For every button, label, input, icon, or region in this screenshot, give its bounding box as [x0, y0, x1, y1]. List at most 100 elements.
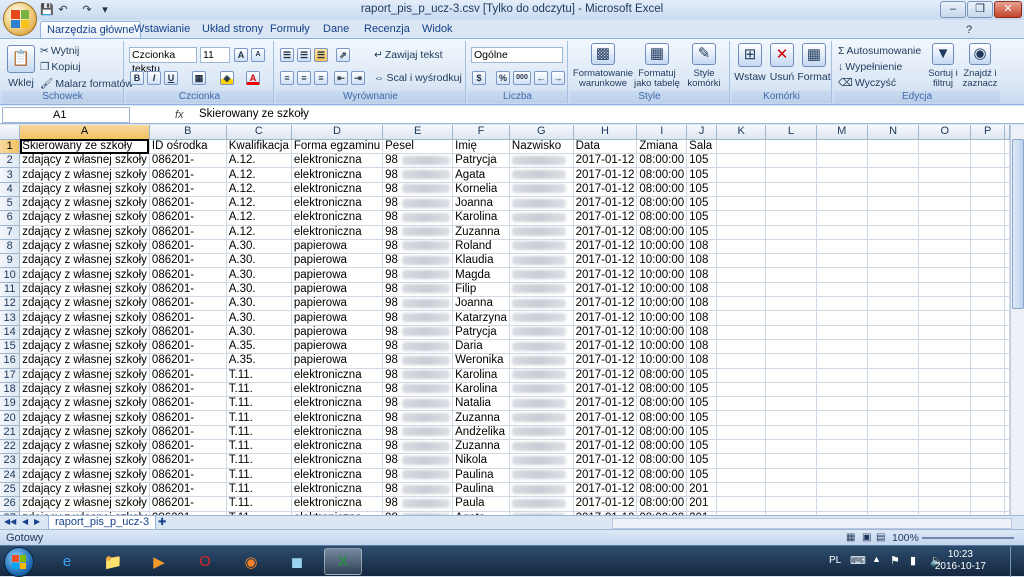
- data-cell[interactable]: 2017-01-12: [573, 325, 638, 340]
- help-icon[interactable]: ?: [962, 23, 976, 37]
- data-cell[interactable]: 105: [686, 410, 718, 426]
- data-cell[interactable]: Patrycja: [452, 325, 510, 340]
- data-cell[interactable]: A.35.: [226, 353, 292, 369]
- close-button[interactable]: ✕: [994, 1, 1022, 18]
- empty-cell[interactable]: [1004, 339, 1010, 355]
- data-cell[interactable]: [509, 425, 574, 441]
- empty-cell[interactable]: [918, 396, 972, 412]
- empty-cell[interactable]: [867, 453, 920, 469]
- data-cell[interactable]: 2017-01-12: [573, 368, 638, 383]
- data-cell[interactable]: 98: [382, 368, 454, 383]
- header-cell[interactable]: ID ośrodka: [149, 139, 227, 155]
- empty-cell[interactable]: [970, 353, 1005, 369]
- data-cell[interactable]: A.12.: [226, 210, 292, 226]
- name-box[interactable]: A1: [2, 107, 130, 123]
- empty-cell[interactable]: [816, 482, 868, 498]
- empty-cell[interactable]: [716, 253, 767, 269]
- header-cell[interactable]: Pesel: [382, 139, 454, 155]
- data-cell[interactable]: 98: [382, 453, 454, 469]
- keyboard-icon[interactable]: ⌨: [850, 554, 866, 567]
- find-select-button[interactable]: ◉ Znajdź i zaznacz: [962, 43, 998, 89]
- data-cell[interactable]: [509, 253, 574, 269]
- copy-button[interactable]: ❐ Kopiuj: [40, 61, 81, 73]
- data-cell[interactable]: 105: [686, 382, 718, 398]
- decrease-decimal-icon[interactable]: →: [551, 71, 565, 85]
- underline-button[interactable]: U: [164, 71, 178, 85]
- empty-cell[interactable]: [918, 468, 972, 483]
- empty-cell[interactable]: [716, 453, 767, 469]
- empty-cell[interactable]: [867, 496, 920, 512]
- data-cell[interactable]: T.11.: [226, 482, 292, 498]
- empty-cell[interactable]: [1004, 468, 1010, 483]
- empty-cell[interactable]: [716, 210, 767, 226]
- empty-cell[interactable]: [970, 325, 1005, 340]
- data-cell[interactable]: 108: [686, 282, 718, 298]
- data-cell[interactable]: 98: [382, 382, 454, 398]
- app-icon[interactable]: ◼: [278, 548, 316, 575]
- empty-cell[interactable]: [970, 182, 1005, 197]
- data-cell[interactable]: zdający z własnej szkoły: [19, 239, 150, 255]
- data-cell[interactable]: 08:00:00: [636, 468, 688, 483]
- data-cell[interactable]: 98: [382, 496, 454, 512]
- empty-cell[interactable]: [816, 382, 868, 398]
- data-cell[interactable]: zdający z własnej szkoły: [19, 368, 150, 383]
- empty-cell[interactable]: [816, 368, 868, 383]
- show-desktop-button[interactable]: [1010, 546, 1024, 577]
- file-explorer-icon[interactable]: 📁: [94, 548, 132, 575]
- currency-icon[interactable]: $: [472, 71, 486, 85]
- data-cell[interactable]: 98: [382, 353, 454, 369]
- empty-cell[interactable]: [867, 396, 920, 412]
- data-cell[interactable]: 086201-: [149, 439, 227, 455]
- data-cell[interactable]: [509, 153, 574, 169]
- data-cell[interactable]: 98: [382, 439, 454, 455]
- empty-cell[interactable]: [816, 468, 868, 483]
- data-cell[interactable]: 086201-: [149, 353, 227, 369]
- data-cell[interactable]: A.30.: [226, 310, 292, 326]
- data-cell[interactable]: elektroniczna: [291, 453, 384, 469]
- data-cell[interactable]: 2017-01-12: [573, 210, 638, 226]
- empty-cell[interactable]: [1004, 496, 1010, 512]
- empty-cell[interactable]: [867, 468, 920, 483]
- align-bottom-icon[interactable]: ☰: [314, 48, 328, 62]
- data-cell[interactable]: 105: [686, 468, 718, 483]
- data-cell[interactable]: T.11.: [226, 439, 292, 455]
- data-cell[interactable]: 086201-: [149, 182, 227, 197]
- data-cell[interactable]: Paula: [452, 496, 510, 512]
- empty-cell[interactable]: [716, 339, 767, 355]
- data-cell[interactable]: 08:00:00: [636, 196, 688, 212]
- data-cell[interactable]: 08:00:00: [636, 496, 688, 512]
- data-cell[interactable]: 108: [686, 353, 718, 369]
- data-cell[interactable]: [509, 239, 574, 255]
- header-cell[interactable]: Forma egzaminu: [291, 139, 384, 155]
- empty-cell[interactable]: [867, 353, 920, 369]
- data-cell[interactable]: [509, 325, 574, 340]
- data-cell[interactable]: 105: [686, 453, 718, 469]
- row-header[interactable]: 17: [0, 368, 21, 383]
- empty-cell[interactable]: [765, 396, 817, 412]
- minimize-button[interactable]: –: [940, 1, 966, 18]
- data-cell[interactable]: elektroniczna: [291, 468, 384, 483]
- empty-cell[interactable]: [716, 225, 767, 240]
- data-cell[interactable]: [509, 296, 574, 312]
- data-cell[interactable]: 08:00:00: [636, 382, 688, 398]
- paste-button[interactable]: 📋 Wklej: [6, 45, 36, 89]
- zoom-level[interactable]: 100%: [892, 532, 919, 544]
- data-cell[interactable]: zdający z własnej szkoły: [19, 182, 150, 197]
- column-header[interactable]: G: [509, 125, 574, 140]
- data-cell[interactable]: elektroniczna: [291, 425, 384, 441]
- empty-cell[interactable]: [765, 182, 817, 197]
- empty-cell[interactable]: [765, 210, 817, 226]
- header-cell[interactable]: Kwalifikacja: [226, 139, 292, 155]
- data-cell[interactable]: 086201-: [149, 410, 227, 426]
- increase-indent-icon[interactable]: ⇥: [351, 71, 365, 85]
- data-cell[interactable]: Filip: [452, 282, 510, 298]
- empty-cell[interactable]: [1004, 353, 1010, 369]
- data-cell[interactable]: 98: [382, 239, 454, 255]
- column-header[interactable]: O: [918, 125, 972, 140]
- data-cell[interactable]: 086201-: [149, 225, 227, 240]
- empty-cell[interactable]: [918, 167, 972, 183]
- vertical-scroll-thumb[interactable]: [1012, 139, 1024, 309]
- empty-cell[interactable]: [1004, 396, 1010, 412]
- empty-cell[interactable]: [765, 439, 817, 455]
- data-cell[interactable]: [509, 410, 574, 426]
